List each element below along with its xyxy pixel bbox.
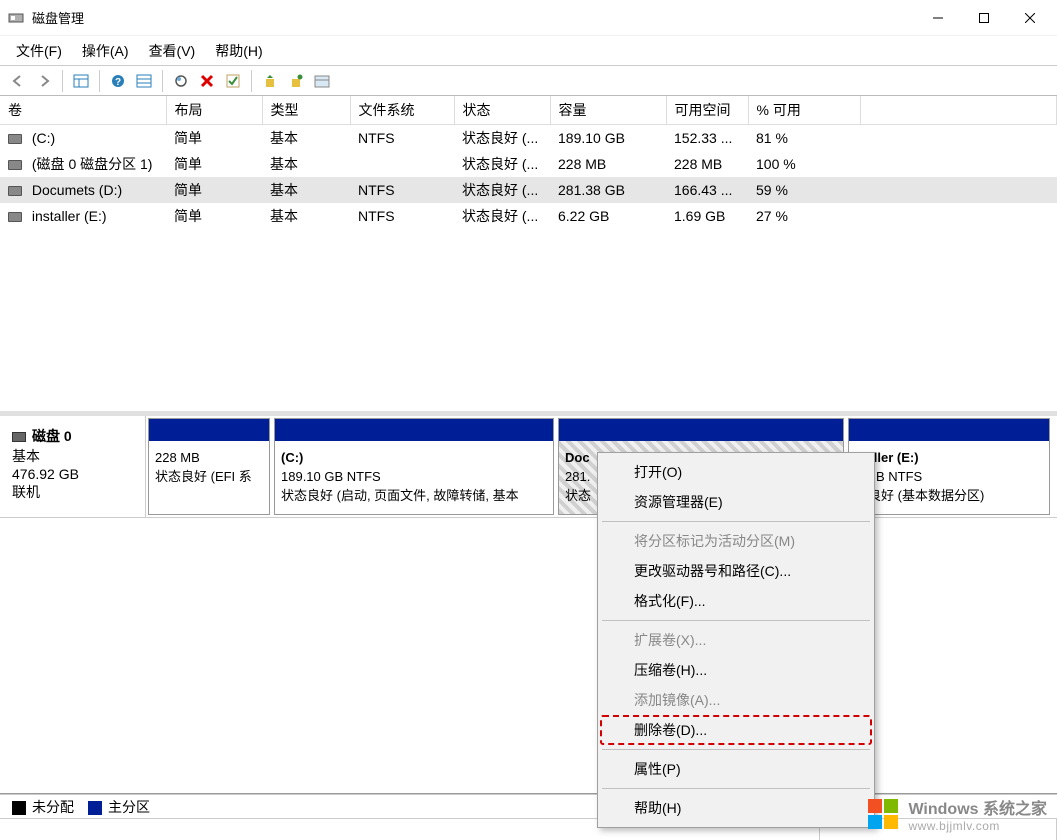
volume-icon	[8, 212, 22, 222]
watermark: Windows 系统之家 www.bjjmlv.com	[866, 795, 1047, 833]
menu-help[interactable]: 帮助(H)	[205, 37, 272, 65]
view-button[interactable]	[69, 69, 93, 93]
disk-size: 476.92 GB	[12, 466, 133, 482]
context-menu-item: 扩展卷(X)...	[600, 625, 872, 655]
context-menu-item[interactable]: 资源管理器(E)	[600, 487, 872, 517]
disk-type: 基本	[12, 446, 133, 466]
context-menu-item: 将分区标记为活动分区(M)	[600, 526, 872, 556]
titlebar: 磁盘管理	[0, 0, 1057, 36]
col-free[interactable]: 可用空间	[666, 96, 748, 125]
context-menu-item[interactable]: 更改驱动器号和路径(C)...	[600, 556, 872, 586]
context-menu-item[interactable]: 删除卷(D)...	[600, 715, 872, 745]
disk-label: 磁盘 0	[32, 428, 72, 444]
menu-view[interactable]: 查看(V)	[139, 37, 206, 65]
svg-text:?: ?	[115, 77, 121, 88]
context-menu-item[interactable]: 帮助(H)	[600, 793, 872, 823]
disk-status: 联机	[12, 482, 133, 502]
col-type[interactable]: 类型	[262, 96, 350, 125]
refresh-icon[interactable]	[169, 69, 193, 93]
menu-action[interactable]: 操作(A)	[72, 37, 139, 65]
volume-icon	[8, 186, 22, 196]
context-menu-item[interactable]: 打开(O)	[600, 457, 872, 487]
disk-row: 磁盘 0 基本 476.92 GB 联机 228 MB状态良好 (EFI 系(C…	[0, 416, 1057, 518]
context-menu: 打开(O)资源管理器(E) 将分区标记为活动分区(M)更改驱动器号和路径(C)..…	[597, 452, 875, 828]
swatch-primary	[88, 801, 102, 815]
context-menu-item[interactable]: 格式化(F)...	[600, 586, 872, 616]
col-status[interactable]: 状态	[454, 96, 550, 125]
partition[interactable]: 228 MB状态良好 (EFI 系	[148, 418, 270, 515]
context-menu-item[interactable]: 压缩卷(H)...	[600, 655, 872, 685]
context-menu-item[interactable]: 属性(P)	[600, 754, 872, 784]
volume-icon	[8, 134, 22, 144]
window-controls	[915, 0, 1053, 36]
close-button[interactable]	[1007, 0, 1053, 36]
disk-info[interactable]: 磁盘 0 基本 476.92 GB 联机	[0, 416, 146, 517]
wm-url: www.bjjmlv.com	[908, 819, 1047, 833]
volume-icon	[8, 160, 22, 170]
volume-table: 卷 布局 类型 文件系统 状态 容量 可用空间 % 可用 (C:)简单基本NTF…	[0, 96, 1057, 229]
partition[interactable]: (C:)189.10 GB NTFS状态良好 (启动, 页面文件, 故障转储, …	[274, 418, 554, 515]
context-menu-item: 添加镜像(A)...	[600, 685, 872, 715]
properties-icon[interactable]	[310, 69, 334, 93]
help-icon[interactable]: ?	[106, 69, 130, 93]
detail-button[interactable]	[132, 69, 156, 93]
volume-list-pane: 卷 布局 类型 文件系统 状态 容量 可用空间 % 可用 (C:)简单基本NTF…	[0, 96, 1057, 416]
menubar: 文件(F) 操作(A) 查看(V) 帮助(H)	[0, 36, 1057, 66]
table-row[interactable]: (C:)简单基本NTFS状态良好 (...189.10 GB152.33 ...…	[0, 125, 1057, 152]
action2-icon[interactable]	[284, 69, 308, 93]
delete-icon[interactable]	[195, 69, 219, 93]
minimize-button[interactable]	[915, 0, 961, 36]
app-icon	[8, 10, 24, 26]
window-title: 磁盘管理	[32, 8, 915, 27]
col-pct[interactable]: % 可用	[748, 96, 860, 125]
table-row[interactable]: installer (E:)简单基本NTFS状态良好 (...6.22 GB1.…	[0, 203, 1057, 229]
forward-button[interactable]	[32, 69, 56, 93]
menu-file[interactable]: 文件(F)	[6, 37, 72, 65]
action1-icon[interactable]	[258, 69, 282, 93]
col-volume[interactable]: 卷	[0, 96, 166, 125]
partition[interactable]: staller (E:)2 GB NTFS态良好 (基本数据分区)	[848, 418, 1050, 515]
table-row[interactable]: Documets (D:)简单基本NTFS状态良好 (...281.38 GB1…	[0, 177, 1057, 203]
col-fs[interactable]: 文件系统	[350, 96, 454, 125]
disk-icon	[12, 432, 26, 442]
col-layout[interactable]: 布局	[166, 96, 262, 125]
table-row[interactable]: (磁盘 0 磁盘分区 1)简单基本状态良好 (...228 MB228 MB10…	[0, 151, 1057, 177]
disk-graphic-pane: 磁盘 0 基本 476.92 GB 联机 228 MB状态良好 (EFI 系(C…	[0, 416, 1057, 794]
check-icon[interactable]	[221, 69, 245, 93]
legend-primary: 主分区	[108, 799, 150, 815]
back-button[interactable]	[6, 69, 30, 93]
toolbar: ?	[0, 66, 1057, 96]
legend-unallocated: 未分配	[32, 799, 74, 815]
wm-brand: Windows	[908, 801, 978, 818]
swatch-unallocated	[12, 801, 26, 815]
wm-suffix: 系统之家	[979, 801, 1047, 818]
windows-logo-icon	[866, 797, 900, 831]
col-capacity[interactable]: 容量	[550, 96, 666, 125]
maximize-button[interactable]	[961, 0, 1007, 36]
